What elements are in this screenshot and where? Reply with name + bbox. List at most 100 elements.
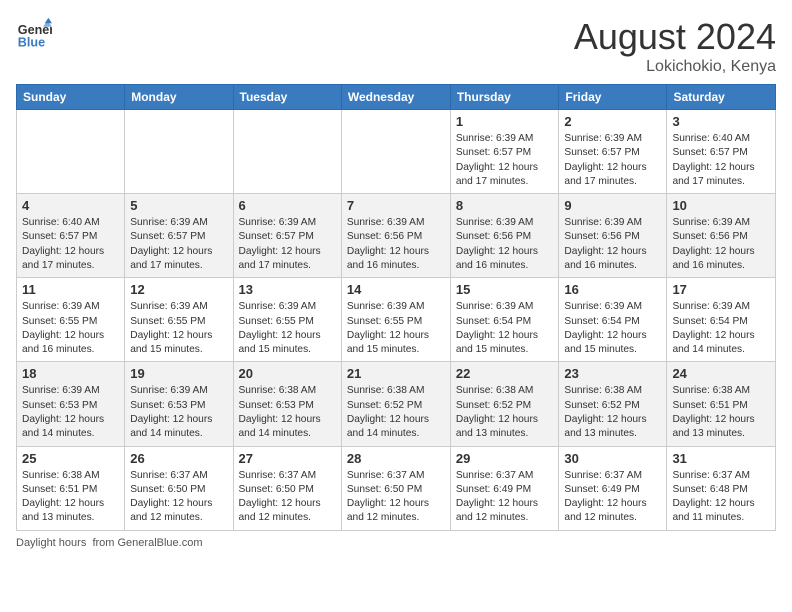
day-info: Sunrise: 6:37 AM Sunset: 6:49 PM Dayligh… — [456, 469, 554, 526]
calendar-cell: 23Sunrise: 6:38 AM Sunset: 6:52 PM Dayli… — [559, 362, 667, 446]
calendar-cell: 13Sunrise: 6:39 AM Sunset: 6:55 PM Dayli… — [233, 278, 341, 362]
calendar-cell: 15 Sunrise: 6:39 AM Sunset: 6:54 PM Dayli… — [450, 278, 559, 362]
daylight-label: Daylight hours — [16, 537, 86, 549]
col-header-tuesday: Tuesday — [233, 85, 341, 110]
day-info: Sunrise: 6:39 AM Sunset: 6:56 PM Dayligh… — [347, 216, 445, 273]
calendar-cell: 26Sunrise: 6:37 AM Sunset: 6:50 PM Dayli… — [125, 446, 233, 530]
day-info: Sunrise: 6:37 AM Sunset: 6:48 PM Dayligh… — [672, 469, 770, 526]
day-number: 16 — [564, 282, 661, 297]
day-number: 7 — [347, 198, 445, 213]
calendar-cell: 7 Sunrise: 6:39 AM Sunset: 6:56 PM Daylig… — [341, 194, 450, 278]
day-number: 30 — [564, 451, 661, 466]
calendar-cell: 24Sunrise: 6:38 AM Sunset: 6:51 PM Dayli… — [667, 362, 776, 446]
day-info: Sunrise: 6:38 AM Sunset: 6:52 PM Dayligh… — [347, 384, 445, 441]
day-number: 15 — [456, 282, 554, 297]
calendar-cell — [125, 110, 233, 194]
day-info: Sunrise: 6:39 AM Sunset: 6:56 PM Dayligh… — [672, 216, 770, 273]
calendar-cell: 1Sunrise: 6:39 AM Sunset: 6:57 PM Daylig… — [450, 110, 559, 194]
day-info: Sunrise: 6:39 AM Sunset: 6:53 PM Dayligh… — [22, 384, 119, 441]
calendar-cell: 17Sunrise: 6:39 AM Sunset: 6:54 PM Dayli… — [667, 278, 776, 362]
day-number: 2 — [564, 114, 661, 129]
week-row-5: 25 Sunrise: 6:38 AM Sunset: 6:51 PM Dayli… — [17, 446, 776, 530]
calendar-cell: 18 Sunrise: 6:39 AM Sunset: 6:53 PM Dayli… — [17, 362, 125, 446]
day-info: Sunrise: 6:40 AM Sunset: 6:57 PM Dayligh… — [672, 132, 770, 189]
day-info: Sunrise: 6:39 AM Sunset: 6:54 PM Dayligh… — [672, 300, 770, 357]
calendar-cell: 3 Sunrise: 6:40 AM Sunset: 6:57 PM Daylig… — [667, 110, 776, 194]
day-number: 14 — [347, 282, 445, 297]
day-number: 25 — [22, 451, 119, 466]
calendar-cell — [341, 110, 450, 194]
day-info: Sunrise: 6:39 AM Sunset: 6:55 PM Dayligh… — [22, 300, 119, 357]
day-number: 22 — [456, 366, 554, 381]
col-header-thursday: Thursday — [450, 85, 559, 110]
col-header-monday: Monday — [125, 85, 233, 110]
day-info: Sunrise: 6:37 AM Sunset: 6:50 PM Dayligh… — [239, 469, 336, 526]
col-header-saturday: Saturday — [667, 85, 776, 110]
calendar-header-row: SundayMondayTuesdayWednesdayThursdayFrid… — [17, 85, 776, 110]
logo-icon: General Blue — [16, 16, 52, 52]
day-number: 20 — [239, 366, 336, 381]
calendar-cell: 31 Sunrise: 6:37 AM Sunset: 6:48 PM Dayli… — [667, 446, 776, 530]
day-number: 5 — [130, 198, 227, 213]
day-number: 8 — [456, 198, 554, 213]
day-info: Sunrise: 6:37 AM Sunset: 6:49 PM Dayligh… — [564, 469, 661, 526]
calendar-cell: 6Sunrise: 6:39 AM Sunset: 6:57 PM Daylig… — [233, 194, 341, 278]
calendar-cell: 19 Sunrise: 6:39 AM Sunset: 6:53 PM Dayli… — [125, 362, 233, 446]
day-info: Sunrise: 6:39 AM Sunset: 6:57 PM Dayligh… — [239, 216, 336, 273]
calendar-cell: 30 Sunrise: 6:37 AM Sunset: 6:49 PM Dayli… — [559, 446, 667, 530]
calendar-cell: 25 Sunrise: 6:38 AM Sunset: 6:51 PM Dayli… — [17, 446, 125, 530]
day-info: Sunrise: 6:39 AM Sunset: 6:53 PM Dayligh… — [130, 384, 227, 441]
footer-note: Daylight hours from GeneralBlue.com — [16, 537, 776, 549]
day-number: 4 — [22, 198, 119, 213]
day-info: Sunrise: 6:38 AM Sunset: 6:51 PM Dayligh… — [672, 384, 770, 441]
day-number: 3 — [672, 114, 770, 129]
calendar-table: SundayMondayTuesdayWednesdayThursdayFrid… — [16, 84, 776, 531]
site-label: GeneralBlue.com — [118, 537, 203, 549]
calendar-cell — [233, 110, 341, 194]
day-number: 21 — [347, 366, 445, 381]
day-number: 12 — [130, 282, 227, 297]
location-subtitle: Lokichokio, Kenya — [574, 58, 776, 76]
calendar-cell: 16 Sunrise: 6:39 AM Sunset: 6:54 PM Dayli… — [559, 278, 667, 362]
day-info: Sunrise: 6:39 AM Sunset: 6:54 PM Dayligh… — [564, 300, 661, 357]
day-info: Sunrise: 6:40 AM Sunset: 6:57 PM Dayligh… — [22, 216, 119, 273]
day-number: 10 — [672, 198, 770, 213]
day-number: 18 — [22, 366, 119, 381]
day-info: Sunrise: 6:39 AM Sunset: 6:57 PM Dayligh… — [130, 216, 227, 273]
calendar-cell: 8 Sunrise: 6:39 AM Sunset: 6:56 PM Daylig… — [450, 194, 559, 278]
calendar-cell — [17, 110, 125, 194]
day-info: Sunrise: 6:37 AM Sunset: 6:50 PM Dayligh… — [347, 469, 445, 526]
day-info: Sunrise: 6:39 AM Sunset: 6:56 PM Dayligh… — [456, 216, 554, 273]
calendar-cell: 11Sunrise: 6:39 AM Sunset: 6:55 PM Dayli… — [17, 278, 125, 362]
week-row-4: 18 Sunrise: 6:39 AM Sunset: 6:53 PM Dayli… — [17, 362, 776, 446]
week-row-2: 4 Sunrise: 6:40 AM Sunset: 6:57 PM Daylig… — [17, 194, 776, 278]
day-number: 29 — [456, 451, 554, 466]
day-info: Sunrise: 6:39 AM Sunset: 6:55 PM Dayligh… — [130, 300, 227, 357]
day-info: Sunrise: 6:37 AM Sunset: 6:50 PM Dayligh… — [130, 469, 227, 526]
calendar-cell: 10 Sunrise: 6:39 AM Sunset: 6:56 PM Dayli… — [667, 194, 776, 278]
calendar-cell: 2 Sunrise: 6:39 AM Sunset: 6:57 PM Daylig… — [559, 110, 667, 194]
calendar-cell: 9Sunrise: 6:39 AM Sunset: 6:56 PM Daylig… — [559, 194, 667, 278]
week-row-3: 11Sunrise: 6:39 AM Sunset: 6:55 PM Dayli… — [17, 278, 776, 362]
calendar-cell: 28 Sunrise: 6:37 AM Sunset: 6:50 PM Dayli… — [341, 446, 450, 530]
calendar-cell: 4 Sunrise: 6:40 AM Sunset: 6:57 PM Daylig… — [17, 194, 125, 278]
day-info: Sunrise: 6:39 AM Sunset: 6:54 PM Dayligh… — [456, 300, 554, 357]
col-header-sunday: Sunday — [17, 85, 125, 110]
calendar-cell: 14 Sunrise: 6:39 AM Sunset: 6:55 PM Dayli… — [341, 278, 450, 362]
day-info: Sunrise: 6:38 AM Sunset: 6:53 PM Dayligh… — [239, 384, 336, 441]
week-row-1: 1 Sunrise: 6:39 AM Sunset: 6:57 PM Daylig… — [17, 110, 776, 194]
day-number: 1 — [456, 114, 554, 129]
day-info: Sunrise: 6:39 AM Sunset: 6:57 PM Dayligh… — [564, 132, 661, 189]
day-info: Sunrise: 6:39 AM Sunset: 6:55 PM Dayligh… — [347, 300, 445, 357]
day-number: 19 — [130, 366, 227, 381]
page-header: General Blue August 2024 Lokichokio, Ken… — [16, 16, 776, 76]
day-number: 28 — [347, 451, 445, 466]
calendar-cell: 27Sunrise: 6:37 AM Sunset: 6:50 PM Dayli… — [233, 446, 341, 530]
day-info: Sunrise: 6:38 AM Sunset: 6:51 PM Dayligh… — [22, 469, 119, 526]
calendar-cell: 29 Sunrise: 6:37 AM Sunset: 6:49 PM Dayli… — [450, 446, 559, 530]
title-block: August 2024 Lokichokio, Kenya — [574, 16, 776, 76]
day-info: Sunrise: 6:38 AM Sunset: 6:52 PM Dayligh… — [564, 384, 661, 441]
day-number: 31 — [672, 451, 770, 466]
day-info: Sunrise: 6:39 AM Sunset: 6:56 PM Dayligh… — [564, 216, 661, 273]
col-header-wednesday: Wednesday — [341, 85, 450, 110]
